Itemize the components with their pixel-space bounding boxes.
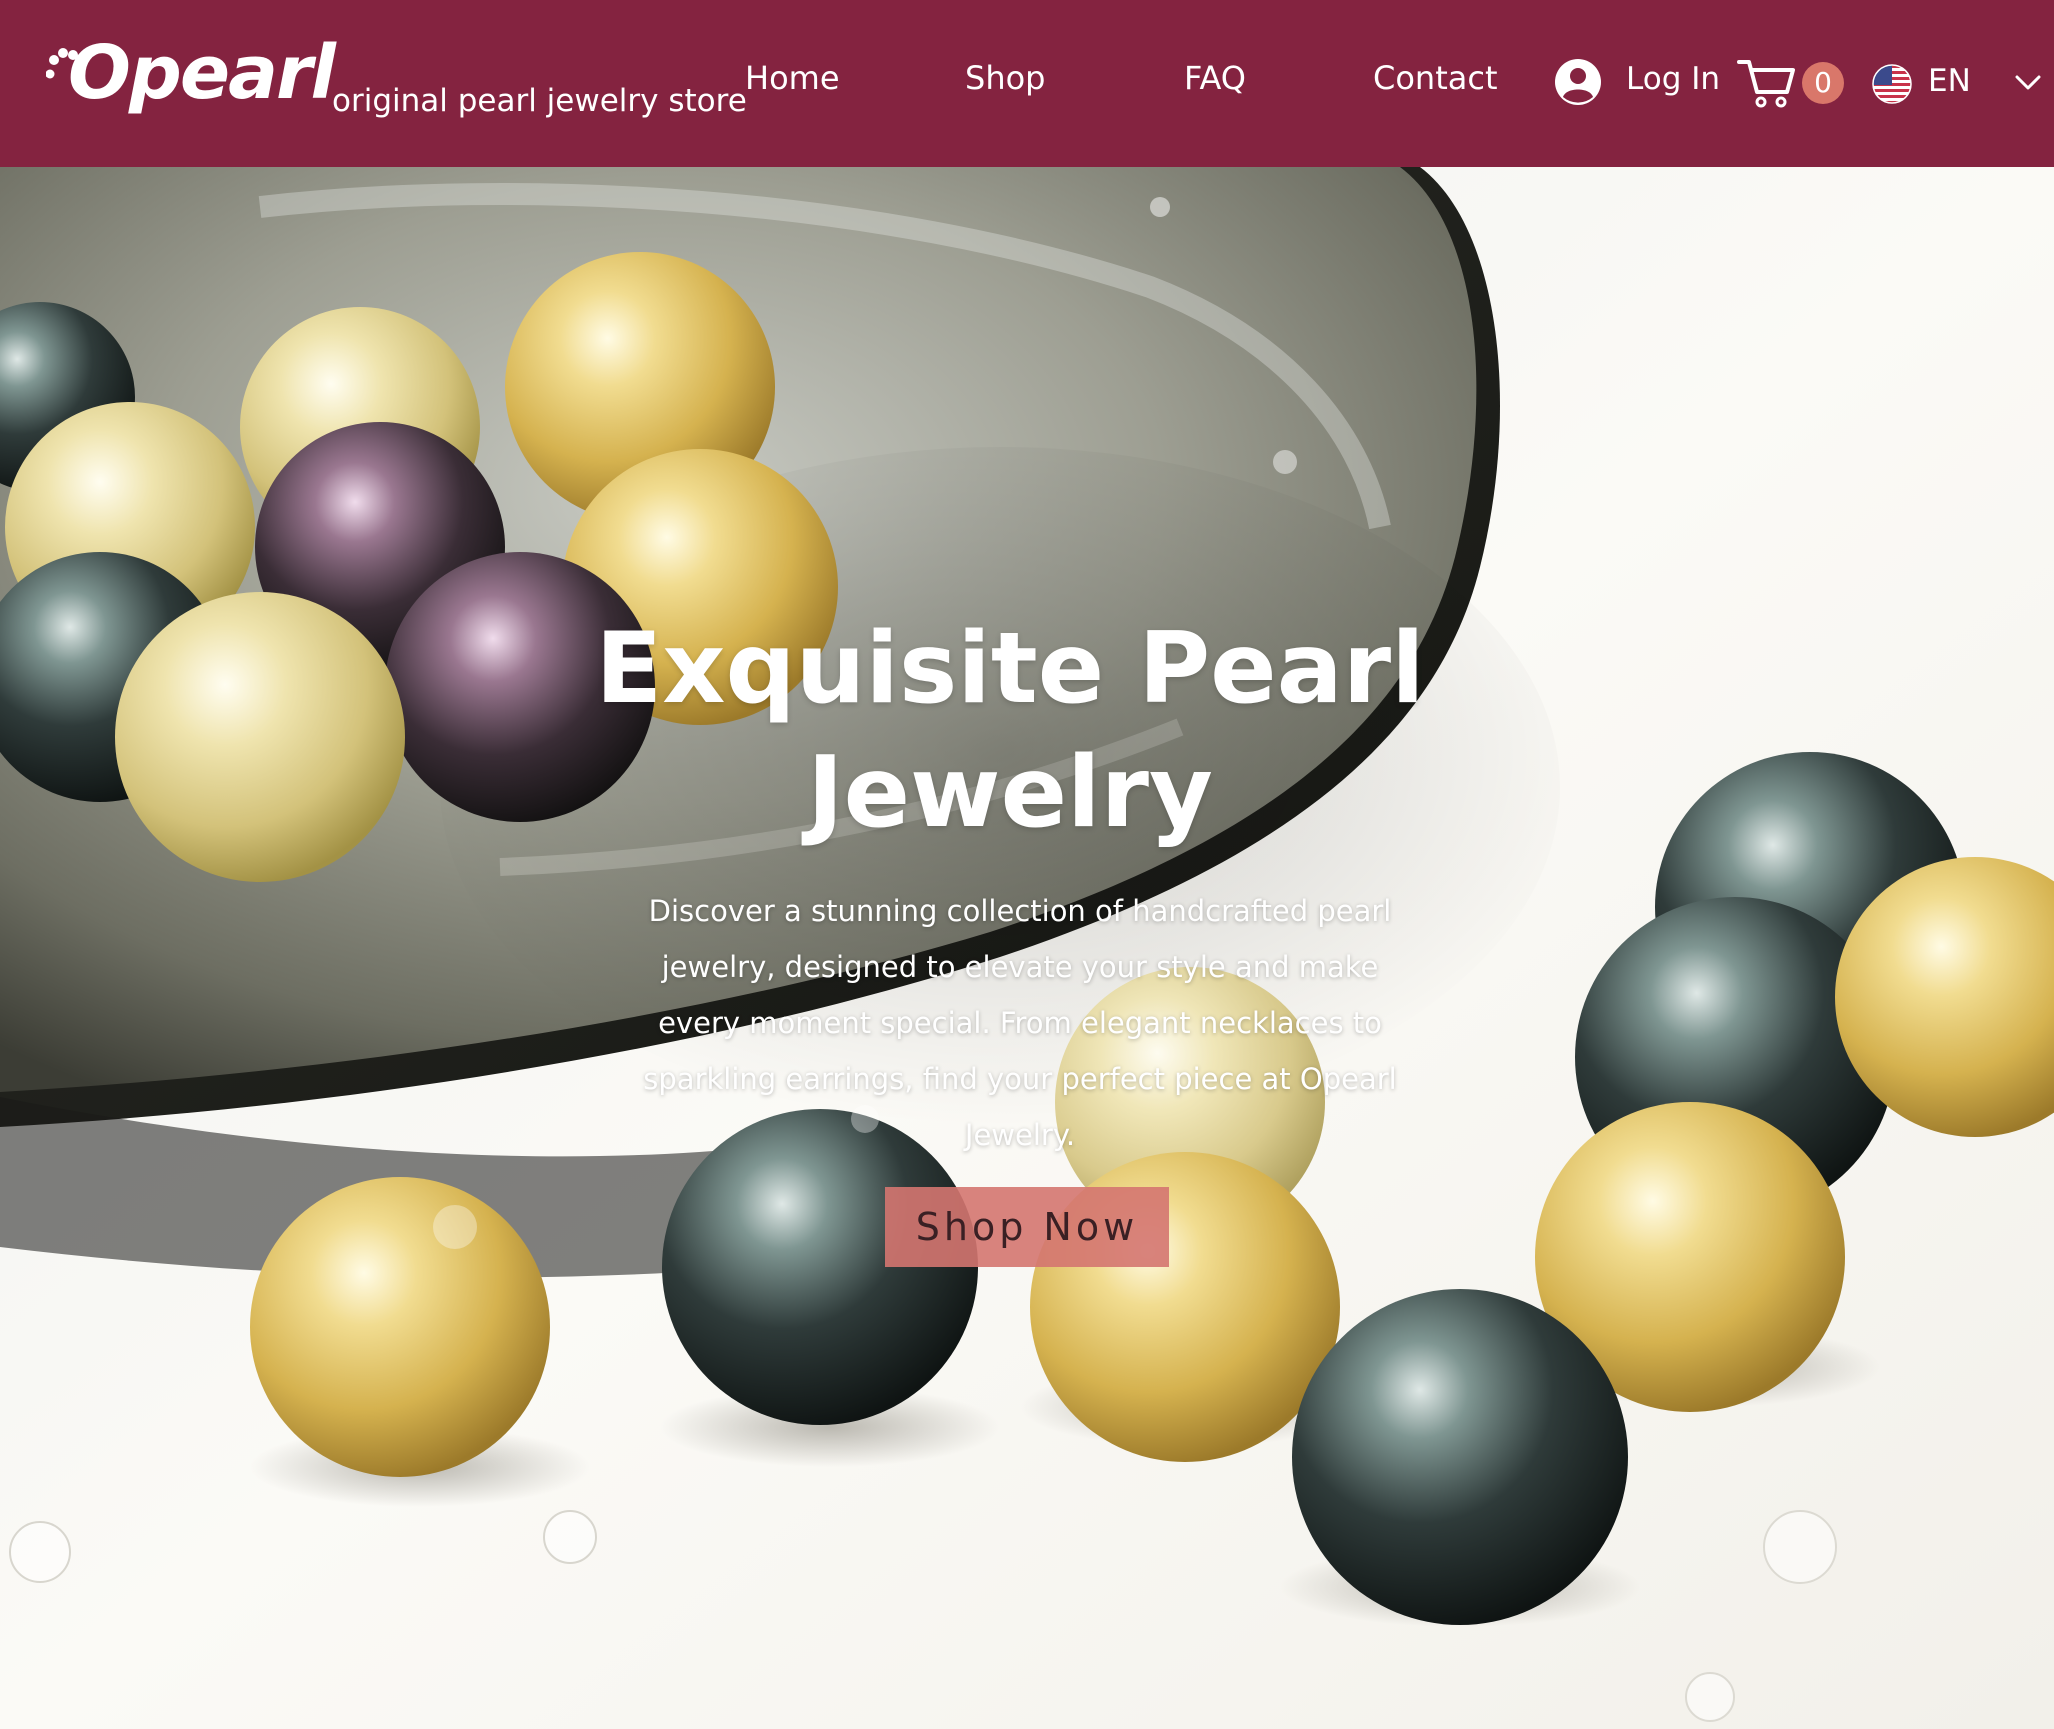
login-label: Log In bbox=[1626, 61, 1721, 97]
page: Opearl original pearl jewelry store Home… bbox=[0, 0, 2054, 1729]
site-header: Opearl original pearl jewelry store Home… bbox=[0, 0, 2054, 167]
hero-title: Exquisite Pearl Jewelry bbox=[595, 612, 1425, 850]
hero-description: Discover a stunning collection of handcr… bbox=[643, 894, 1397, 1152]
shop-now-button[interactable]: Shop Now bbox=[885, 1187, 1169, 1267]
shopping-cart-icon bbox=[1737, 60, 1795, 108]
cart-count-badge: 0 bbox=[1802, 62, 1844, 104]
user-avatar-icon bbox=[1555, 59, 1601, 105]
language-label: EN bbox=[1928, 63, 1971, 99]
nav-shop[interactable]: Shop bbox=[965, 62, 1045, 94]
chevron-down-icon bbox=[2015, 75, 2041, 90]
nav-contact[interactable]: Contact bbox=[1373, 62, 1498, 94]
us-flag-icon bbox=[1872, 64, 1912, 104]
cart-button[interactable]: 0 bbox=[1737, 56, 1847, 110]
nav-home[interactable]: Home bbox=[745, 62, 840, 94]
logo-text: Opearl bbox=[68, 30, 336, 116]
logo-tagline: original pearl jewelry store bbox=[332, 83, 747, 119]
nav-faq[interactable]: FAQ bbox=[1184, 62, 1246, 94]
hero-section: Exquisite Pearl Jewelry Discover a stunn… bbox=[0, 167, 2054, 1729]
language-selector[interactable]: EN bbox=[1872, 60, 2042, 108]
